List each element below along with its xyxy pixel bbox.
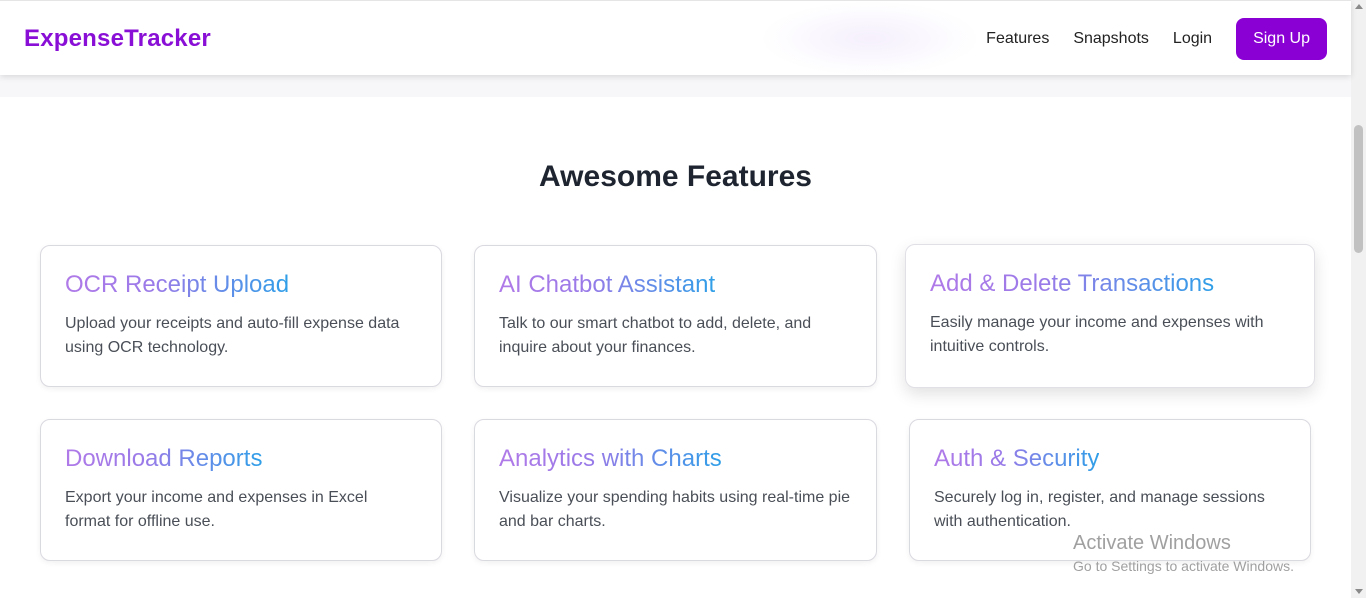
feature-card-title: AI Chatbot Assistant (499, 271, 716, 298)
feature-card-chatbot[interactable]: AI Chatbot Assistant Talk to our smart c… (474, 245, 877, 387)
feature-card-title: Auth & Security (934, 445, 1100, 472)
page: ExpenseTracker Features Snapshots Login … (0, 0, 1366, 598)
hero-bottom-band (0, 75, 1351, 97)
nav-link-login[interactable]: Login (1173, 30, 1212, 48)
nav-link-snapshots[interactable]: Snapshots (1073, 30, 1149, 48)
navbar: ExpenseTracker Features Snapshots Login … (0, 0, 1351, 76)
feature-card-reports[interactable]: Download Reports Export your income and … (40, 419, 442, 561)
section-title: Awesome Features (539, 160, 812, 193)
activate-windows-watermark: Activate Windows Go to Settings to activ… (1073, 531, 1294, 575)
feature-card-description: Securely log in, register, and manage se… (934, 489, 1265, 530)
feature-card-title: Add & Delete Transactions (930, 270, 1215, 297)
nav-link-features[interactable]: Features (986, 30, 1049, 48)
feature-card-description: Talk to our smart chatbot to add, delete… (499, 315, 812, 356)
feature-card-ocr[interactable]: OCR Receipt Upload Upload your receipts … (40, 245, 442, 387)
watermark-subtitle: Go to Settings to activate Windows. (1073, 558, 1294, 574)
signup-button[interactable]: Sign Up (1236, 18, 1327, 60)
scroll-down-arrow-icon[interactable] (1355, 589, 1363, 594)
feature-card-description: Export your income and expenses in Excel… (65, 489, 368, 530)
feature-card-title: OCR Receipt Upload (65, 271, 290, 298)
brand-logo[interactable]: ExpenseTracker (24, 25, 211, 53)
feature-card-description: Easily manage your income and expenses w… (930, 314, 1264, 355)
feature-card-title: Analytics with Charts (499, 445, 722, 472)
feature-card-description: Upload your receipts and auto-fill expen… (65, 315, 400, 356)
feature-card-description: Visualize your spending habits using rea… (499, 489, 851, 530)
feature-card-analytics[interactable]: Analytics with Charts Visualize your spe… (474, 419, 877, 561)
feature-card-title: Download Reports (65, 445, 263, 472)
scroll-thumb[interactable] (1354, 125, 1363, 253)
vertical-scrollbar[interactable] (1351, 0, 1366, 598)
watermark-title: Activate Windows (1073, 532, 1231, 554)
scroll-up-arrow-icon[interactable] (1355, 4, 1363, 9)
feature-card-transactions[interactable]: Add & Delete Transactions Easily manage … (905, 244, 1315, 388)
navbar-glow (760, 1, 980, 76)
nav-links: Features Snapshots Login Sign Up (986, 18, 1327, 60)
